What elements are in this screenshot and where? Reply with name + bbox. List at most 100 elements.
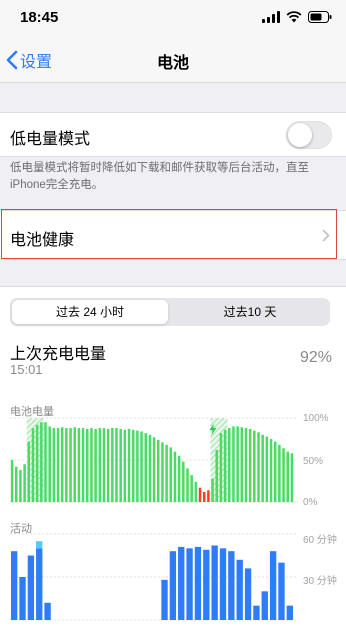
battery-bar [207,490,210,502]
battery-bar [169,447,173,502]
activity-bar [169,551,177,620]
battery-bar [173,451,177,502]
battery-bar [265,436,269,502]
battery-bar [115,428,118,502]
battery-bar [10,460,14,502]
navigation-bar: 设置 电池 [0,36,346,83]
activity-axis-30: 30 分钟 [303,576,337,587]
activity-axis-60: 60 分钟 [303,535,337,546]
activity-bar [44,602,51,620]
highlight-box [1,209,337,259]
battery-bar [44,422,47,502]
battery-bar [106,428,110,502]
page-title: 电池 [156,55,189,72]
battery-bar [157,439,160,502]
battery-bar [140,431,143,502]
battery-bar [186,468,189,502]
battery-bar [56,428,60,502]
battery-icon [308,11,332,23]
battery-bar [102,428,106,502]
battery-bar [248,428,252,502]
battery-bar [278,444,281,502]
battery-bar [127,428,131,502]
cellular-signal-icon [262,11,280,23]
battery-bar [15,466,18,502]
battery-bar [253,430,256,502]
battery-bar [244,428,248,502]
battery-bar [90,428,93,502]
battery-bar [19,470,22,502]
battery-bar [240,427,244,502]
activity-bar [269,551,277,620]
battery-axis-0: 0% [303,497,318,508]
battery-bar [98,428,102,502]
last-charge-title: 上次充电电量 [10,346,107,363]
battery-bar [31,428,35,502]
wifi-icon [286,11,302,23]
low-power-mode-label: 低电量模式 [10,131,91,148]
battery-bar [198,487,202,502]
activity-bar [36,548,43,620]
segment-last-24-hours[interactable]: 过去 24 小时 [12,300,168,324]
activity-bar [219,548,227,620]
battery-bar [94,428,97,502]
battery-bar [215,449,218,502]
battery-bar [161,442,164,502]
activity-bar [278,562,285,620]
status-time: 18:45 [20,9,59,26]
segment-last-10-days[interactable]: 过去10 天 [172,300,328,324]
activity-bar [186,548,193,620]
battery-axis-100: 100% [303,413,329,424]
activity-chart [10,533,298,621]
battery-bar [261,434,264,502]
battery-bar [35,424,39,502]
activity-bar [27,555,35,620]
toggle-knob [288,123,312,147]
activity-bar [236,559,243,620]
activity-bar-light [36,541,43,549]
battery-bar [23,464,26,502]
battery-bar [177,455,181,502]
battery-bar [86,428,89,502]
activity-bar [211,545,218,620]
battery-bar [219,433,223,502]
battery-level-chart [10,417,298,503]
battery-bar [290,453,294,502]
battery-bar [152,437,156,502]
battery-bar [65,428,68,502]
battery-bar [286,451,289,502]
activity-bar [244,568,252,620]
battery-bar [136,430,139,502]
low-power-mode-toggle[interactable] [286,121,332,149]
last-charge-percent: 92% [299,349,332,366]
battery-bar [236,426,239,502]
activity-bar [194,546,202,620]
battery-bar [60,427,64,502]
battery-bar [40,422,43,502]
activity-bar [11,551,18,620]
battery-bar [148,434,152,502]
battery-bar [282,448,285,502]
battery-bar [165,444,168,502]
battery-bar [190,475,193,502]
battery-bar [182,461,185,502]
battery-bar [228,428,231,502]
battery-bar [232,426,235,502]
battery-bar [81,428,85,502]
low-power-mode-description: 低电量模式将暂时降低如下载和邮件获取等后台活动，直至iPhone完全充电。 [10,162,309,191]
activity-bar [161,579,168,620]
battery-bar [52,428,56,502]
activity-bar [253,605,260,620]
battery-bar [194,481,198,502]
battery-bar [69,428,72,502]
battery-bar [123,429,127,502]
activity-bar [203,549,210,620]
battery-bar [144,433,147,502]
activity-bar [286,605,293,620]
battery-bar [273,441,277,502]
low-power-mode-cell: 低电量模式 [0,112,346,157]
battery-bar [269,439,273,502]
activity-bar [261,591,268,620]
battery-axis-50: 50% [303,456,324,467]
status-bar: 18:45 [0,0,346,36]
